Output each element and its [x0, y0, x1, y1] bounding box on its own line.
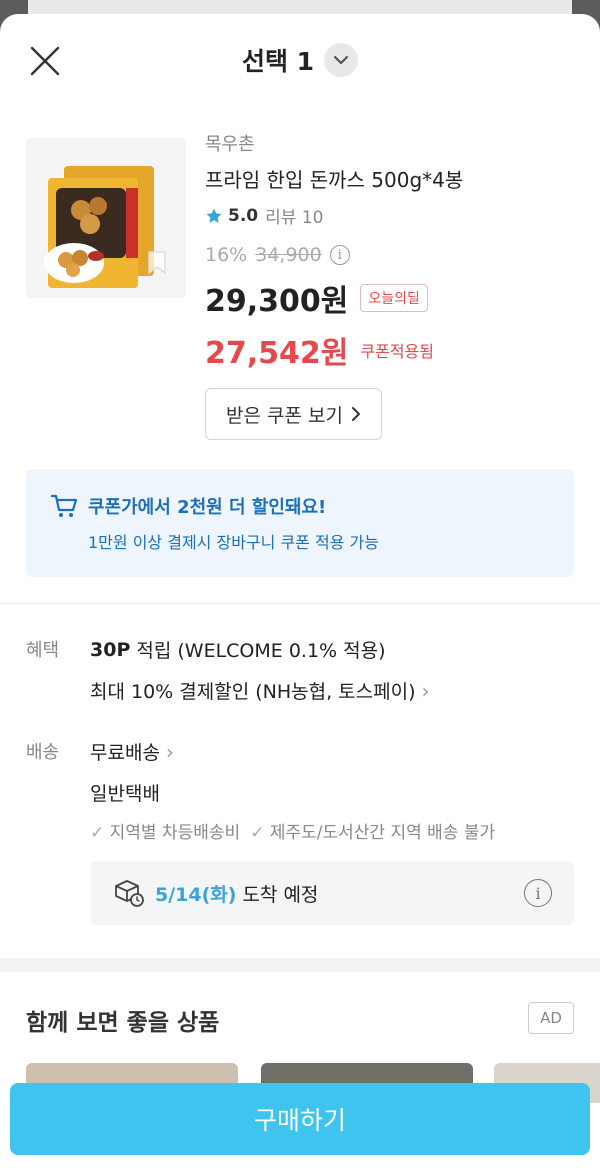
product-name[interactable]: 프라임 한입 돈까스 500g*4봉	[205, 164, 580, 193]
points-amount: 30P	[90, 638, 131, 661]
rating-score: 5.0	[228, 205, 259, 226]
option-selector[interactable]: 선택 1	[0, 42, 600, 78]
shipping-notes: 지역별 차등배송비 제주도/도서산간 지역 배송 불가	[90, 818, 580, 843]
chevron-right-icon: ›	[421, 678, 430, 703]
rating-row[interactable]: 5.0 리뷰 10	[205, 203, 580, 228]
sheet-title: 선택 1	[241, 47, 315, 76]
cart-icon	[50, 494, 78, 517]
shipping-note: 제주도/도서산간 지역 배송 불가	[250, 818, 495, 843]
benefit-label: 혜택	[26, 640, 60, 661]
shipping-note: 지역별 차등배송비	[90, 818, 241, 843]
chevron-right-icon: ›	[165, 739, 174, 764]
buy-button[interactable]: 구매하기	[10, 1083, 590, 1155]
coupon-applied-note: 쿠폰적용됨	[360, 342, 434, 361]
brand-name[interactable]: 목우촌	[205, 130, 580, 156]
review-count: 리뷰 10	[265, 208, 324, 228]
coupon-price: 27,542원	[205, 336, 349, 371]
product-card: 목우촌 프라임 한입 돈까스 500g*4봉 5.0 리뷰 10 16% 34,…	[0, 108, 600, 463]
price-row: 29,300원 오늘의딜	[205, 276, 580, 320]
recommend-title: 함께 보면 좋을 상품	[26, 1010, 220, 1036]
shipping-fee-link[interactable]: 무료배송 ›	[90, 738, 580, 765]
shipping-label: 배송	[26, 742, 60, 763]
section-divider	[0, 603, 600, 604]
bookmark-icon[interactable]	[146, 250, 168, 276]
product-image[interactable]	[26, 138, 186, 298]
deal-badge: 오늘의딜	[360, 284, 428, 312]
points-line: 30P 적립 (WELCOME 0.1% 적용)	[90, 636, 580, 663]
benefit-section: 혜택 30P 적립 (WELCOME 0.1% 적용) 최대 10% 결제할인 …	[26, 636, 580, 704]
info-icon[interactable]: i	[524, 879, 552, 907]
coupon-banner[interactable]: 쿠폰가에서 2천원 더 할인돼요! 1만원 이상 결제시 장바구니 쿠폰 적용 …	[26, 469, 574, 577]
arrival-date: 5/14(화)	[155, 883, 237, 906]
star-icon	[206, 208, 222, 223]
sheet-header: 선택 1	[0, 14, 600, 108]
payment-discount-text: 최대 10% 결제할인 (NH농협, 토스페이)	[90, 681, 416, 703]
product-info: 목우촌 프라임 한입 돈까스 500g*4봉 5.0 리뷰 10 16% 34,…	[205, 130, 580, 440]
shipping-fee: 무료배송	[90, 742, 160, 764]
discount-row: 16% 34,900 i	[205, 244, 580, 266]
points-detail: 적립 (WELCOME 0.1% 적용)	[136, 640, 386, 662]
chevron-down-icon	[324, 43, 359, 77]
view-coupon-label: 받은 쿠폰 보기	[226, 404, 343, 427]
sale-price: 29,300원	[205, 284, 349, 319]
banner-title: 쿠폰가에서 2천원 더 할인돼요!	[88, 497, 327, 518]
ad-badge[interactable]: AD	[528, 1002, 574, 1034]
coupon-price-row: 27,542원 쿠폰적용됨	[205, 328, 580, 372]
delivery-box-icon	[115, 880, 144, 907]
arrival-text: 도착 예정	[242, 883, 319, 906]
shipping-type: 일반택배	[90, 783, 160, 805]
shipping-section: 배송 무료배송 › 일반택배 지역별 차등배송비 제주도/도서산간 지역 배송 …	[26, 738, 580, 844]
buy-button-label: 구매하기	[253, 1106, 346, 1135]
payment-discount-link[interactable]: 최대 10% 결제할인 (NH농협, 토스페이) ›	[90, 677, 580, 704]
section-gap	[0, 958, 600, 972]
chevron-right-icon	[351, 407, 360, 421]
arrival-estimate: 5/14(화) 도착 예정 i	[91, 861, 574, 925]
view-coupon-button[interactable]: 받은 쿠폰 보기	[205, 388, 382, 440]
bottom-sheet: 선택 1 목우촌 프라임 한입 돈까스 500g*4봉 5.0 리뷰 10 16…	[0, 14, 600, 1175]
banner-subtitle: 1만원 이상 결제시 장바구니 쿠폰 적용 가능	[88, 533, 379, 552]
info-icon[interactable]: i	[329, 245, 350, 265]
original-price: 34,900	[255, 244, 322, 266]
discount-rate: 16%	[205, 244, 248, 266]
